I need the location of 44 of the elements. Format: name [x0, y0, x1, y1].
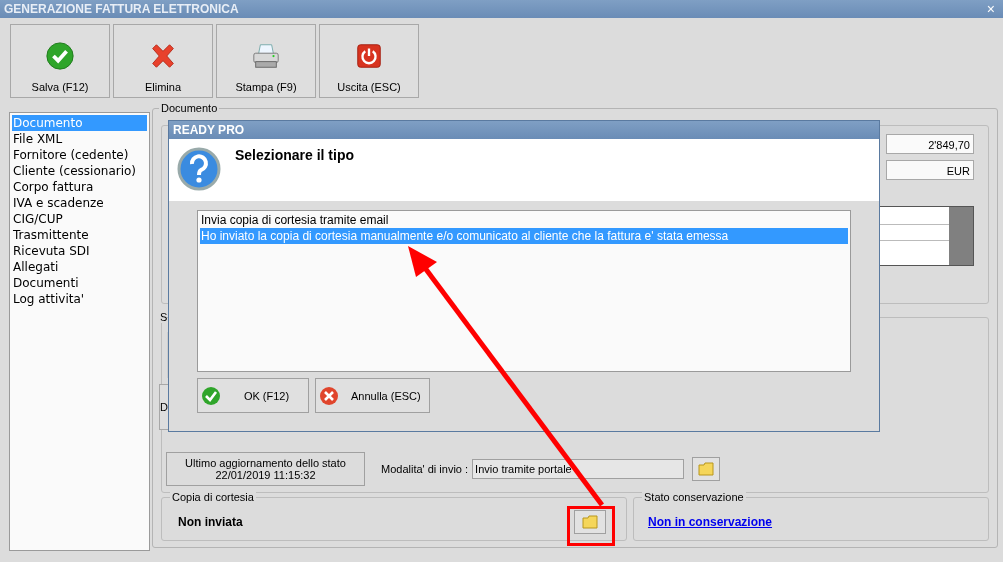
list-item[interactable]: Allegati — [12, 259, 147, 275]
toolbar-button[interactable]: Uscita (ESC) — [319, 24, 419, 98]
last-update-label: Ultimo aggiornamento dello stato — [185, 456, 346, 469]
send-mode-field: Invio tramite portale — [472, 458, 685, 479]
list-item[interactable]: Cliente (cessionario) — [12, 163, 147, 179]
question-icon — [177, 147, 221, 191]
folder-icon — [582, 514, 598, 529]
amount-field: 2'849,70 — [886, 134, 974, 154]
toolbar-button[interactable]: Elimina — [113, 24, 213, 98]
check-icon — [201, 385, 221, 406]
list-item[interactable]: IVA e scadenze — [12, 195, 147, 211]
folder-button[interactable] — [692, 456, 721, 481]
dialog-heading: Selezionare il tipo — [235, 147, 355, 163]
check-icon — [45, 41, 75, 71]
list-item[interactable]: Fornitore (cedente) — [12, 147, 147, 163]
group-title: Stato conservazione — [642, 490, 746, 503]
courtesy-copy-status: Non inviata — [178, 514, 243, 529]
ok-button[interactable]: OK (F12) — [197, 378, 309, 413]
list-item[interactable]: Corpo fattura — [12, 179, 147, 195]
dialog-title: READY PRO — [173, 123, 245, 137]
window-title: GENERAZIONE FATTURA ELETTRONICA — [4, 2, 239, 16]
toolbar-button[interactable]: Salva (F12) — [10, 24, 110, 98]
list-item[interactable]: File XML — [12, 131, 147, 147]
list-item[interactable]: Trasmittente — [12, 227, 147, 243]
group-title: S — [160, 310, 168, 323]
option-item[interactable]: Invia copia di cortesia tramite email — [200, 212, 848, 228]
list-item[interactable]: Documenti — [12, 275, 147, 291]
power-icon — [354, 41, 384, 71]
folder-button[interactable] — [574, 509, 606, 534]
list-item[interactable]: Log attivita' — [12, 291, 147, 307]
highlight-rectangle — [567, 506, 615, 546]
cancel-button[interactable]: Annulla (ESC) — [315, 378, 430, 413]
cancel-icon — [319, 385, 339, 406]
list-item[interactable]: Ricevuta SDI — [12, 243, 147, 259]
printer-icon — [251, 41, 281, 71]
last-update-time: 22/01/2019 11:15:32 — [215, 468, 316, 481]
list-item[interactable]: CIG/CUP — [12, 211, 147, 227]
toolbar-button[interactable]: Stampa (F9) — [216, 24, 316, 98]
group-title: Documento — [159, 102, 220, 114]
field-label: Modalita' di invio : — [381, 462, 469, 475]
folder-icon — [698, 461, 715, 476]
currency-field: EUR — [886, 160, 974, 180]
conservation-link[interactable]: Non in conservazione — [648, 514, 773, 529]
group-title: Copia di cortesia — [170, 490, 256, 503]
